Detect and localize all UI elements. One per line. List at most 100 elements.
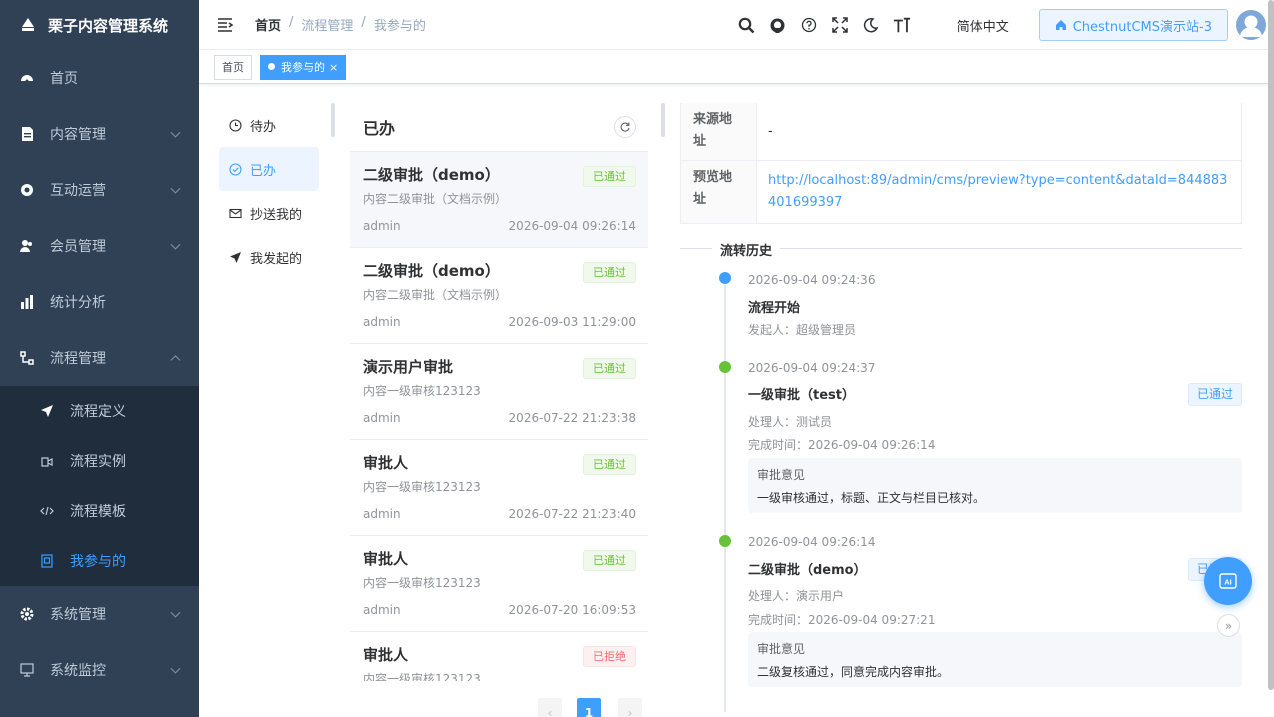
double-chevron-icon: » (1224, 618, 1233, 633)
tags-view: 首页 我参与的 × (199, 50, 1274, 84)
list-item[interactable]: 审批人 内容一级审核123123 已拒绝 (350, 631, 648, 681)
list-item-user: admin (363, 507, 401, 521)
sidebar-item-content[interactable]: 内容管理 (0, 106, 199, 162)
dark-mode-icon[interactable] (862, 16, 880, 34)
nav-initiated[interactable]: 我发起的 (219, 235, 319, 279)
list-item[interactable]: 审批人 内容一级审核123123 admin 2026-07-20 16:09:… (350, 535, 648, 631)
opinion-box: 审批意见 二级复核通过，同意完成内容审批。 (748, 632, 1242, 687)
expand-button[interactable]: » (1217, 614, 1240, 637)
chevron-up-icon (170, 355, 181, 366)
navbar-right: 简体中文 ChestnutCMS演示站-3 (738, 0, 1266, 50)
sidebar-item-label: 首页 (50, 71, 78, 87)
hamburger-icon[interactable] (217, 17, 234, 33)
breadcrumb-workflow[interactable]: 流程管理 (301, 15, 353, 34)
list-item-user: admin (363, 219, 401, 233)
sidebar-item-statistics[interactable]: 统计分析 (0, 274, 199, 330)
sidebar-subitem-instance[interactable]: 流程实例 (0, 436, 199, 486)
sidebar-subitem-label: 流程模板 (70, 504, 126, 520)
pagination-prev[interactable]: ‹ (538, 698, 562, 717)
sidebar: 栗子内容管理系统 首页 内容管理 互动运营 会员管理 统计分析 流程管理 流程定… (0, 0, 199, 717)
sidebar-item-monitor[interactable]: 系统监控 (0, 642, 199, 698)
nav-todo[interactable]: 待办 (219, 103, 319, 147)
nav-cc[interactable]: 抄送我的 (219, 191, 319, 235)
app-title: 栗子内容管理系统 (48, 16, 169, 35)
sidebar-subitem-definition[interactable]: 流程定义 (0, 386, 199, 436)
status-badge: 已通过 (583, 166, 636, 187)
breadcrumb-separator: / (361, 15, 366, 30)
list-item-date: 2026-09-03 11:29:00 (508, 315, 636, 329)
preview-url-link[interactable]: http://localhost:89/admin/cms/preview?ty… (757, 161, 1241, 223)
list-item[interactable]: 演示用户审批 内容一级审核123123 admin 2026-07-22 21:… (350, 343, 648, 439)
status-badge: 已通过 (583, 262, 636, 283)
list-item-date: 2026-07-22 21:23:38 (508, 411, 636, 425)
detail-label: 来源地址 (681, 103, 757, 160)
panel-resize-handle[interactable] (661, 103, 665, 137)
pagination-next[interactable]: › (618, 698, 642, 717)
status-badge: 已通过 (583, 358, 636, 379)
close-icon[interactable]: × (329, 61, 338, 74)
ai-label: AI (1224, 578, 1232, 587)
github-icon[interactable] (769, 16, 787, 34)
sidebar-item-home[interactable]: 首页 (0, 50, 199, 106)
home-icon (1055, 20, 1066, 30)
status-badge: 已通过 (583, 550, 636, 571)
page-scrollbar[interactable] (1268, 0, 1274, 690)
tag-current[interactable]: 我参与的 × (260, 55, 347, 80)
timeline-time: 2026-09-04 09:24:36 (748, 273, 876, 287)
list-item[interactable]: 审批人 内容一级审核123123 admin 2026-07-22 21:23:… (350, 439, 648, 535)
language-select[interactable]: 简体中文 (957, 16, 1009, 35)
list-item-date: 2026-07-22 21:23:40 (508, 507, 636, 521)
list-title: 已办 (363, 119, 396, 138)
dashboard-icon (20, 71, 34, 85)
sidebar-item-system[interactable]: 系统管理 (0, 586, 199, 642)
timeline-title: 流程开始 (748, 301, 801, 316)
timeline-line (724, 373, 726, 541)
detail-row: 预览地址 http://localhost:89/admin/cms/previ… (681, 160, 1241, 223)
monitor-icon (20, 663, 34, 677)
users-icon (20, 239, 34, 253)
clock-icon (229, 118, 242, 132)
list-header: 已办 (350, 103, 648, 151)
breadcrumb: 首页 / 流程管理 / 我参与的 (255, 15, 426, 34)
site-switch-button[interactable]: ChestnutCMS演示站-3 (1038, 9, 1228, 41)
nav-done[interactable]: 已办 (219, 147, 319, 191)
sidebar-item-label: 系统管理 (50, 607, 106, 623)
chevron-down-icon (170, 607, 181, 618)
sidebar-subitem-template[interactable]: 流程模板 (0, 486, 199, 536)
app-logo[interactable]: 栗子内容管理系统 (0, 0, 199, 50)
search-icon[interactable] (738, 16, 756, 34)
logo-icon (22, 18, 34, 31)
breadcrumb-separator: / (289, 15, 294, 30)
list-item[interactable]: 二级审批（demo） 内容二级审批（文档示例） admin 2026-09-04… (350, 151, 648, 247)
refresh-icon[interactable] (614, 116, 636, 138)
breadcrumb-current: 我参与的 (373, 19, 426, 34)
font-size-icon[interactable] (893, 16, 911, 34)
panel-resize-handle[interactable] (331, 103, 335, 137)
task-category-nav: 待办 已办 抄送我的 我发起的 (219, 103, 319, 279)
nav-cc-label: 抄送我的 (250, 207, 303, 223)
list-item-subtitle: 内容一级审核123123 (363, 480, 481, 494)
sidebar-item-workflow[interactable]: 流程管理 (0, 330, 199, 386)
list-item-user: admin (363, 603, 401, 617)
help-icon[interactable] (800, 16, 818, 34)
list-item[interactable]: 二级审批（demo） 内容二级审批（文档示例） admin 2026-09-03… (350, 247, 648, 343)
send-icon (40, 404, 54, 418)
list-item-subtitle: 内容一级审核123123 (363, 672, 481, 681)
top-navbar: 首页 / 流程管理 / 我参与的 简体中文 ChestnutCMS演示站-3 (199, 0, 1274, 50)
sidebar-item-interaction[interactable]: 互动运营 (0, 162, 199, 218)
sidebar-item-label: 会员管理 (50, 239, 106, 255)
sidebar-item-label: 统计分析 (50, 295, 106, 311)
ai-icon: AI (1219, 573, 1237, 589)
avatar[interactable] (1236, 10, 1266, 40)
ai-assistant-button[interactable]: AI (1204, 557, 1252, 605)
tag-home[interactable]: 首页 (214, 55, 252, 80)
pagination-page[interactable]: 1 (577, 698, 601, 717)
sidebar-subitem-participate[interactable]: 我参与的 (0, 536, 199, 586)
detail-panel: 来源地址 - 预览地址 http://localhost:89/admin/cm… (680, 103, 1242, 224)
timeline-completed: 完成时间：2026-09-04 09:26:14 (748, 438, 936, 452)
breadcrumb-home[interactable]: 首页 (255, 15, 281, 34)
sidebar-item-members[interactable]: 会员管理 (0, 218, 199, 274)
fullscreen-icon[interactable] (831, 16, 849, 34)
chevron-down-icon (170, 127, 181, 138)
sidebar-item-label: 流程管理 (50, 351, 106, 367)
